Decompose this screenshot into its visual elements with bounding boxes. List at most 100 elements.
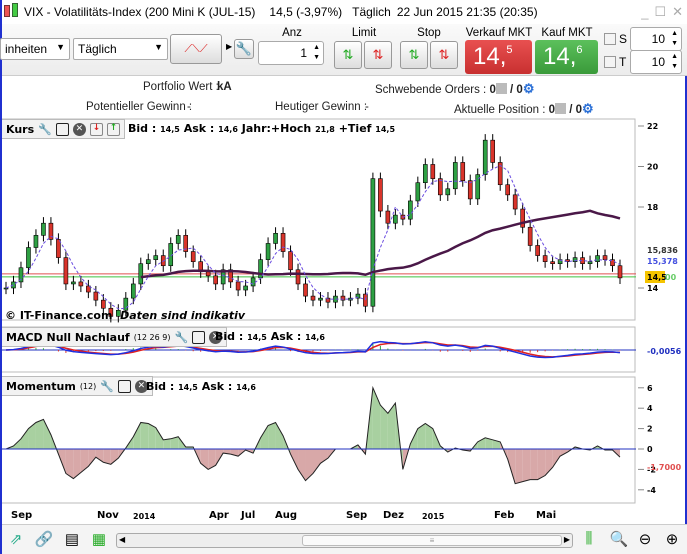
candle [130, 283, 136, 299]
expand-arrow-icon[interactable]: ▶ [226, 42, 232, 51]
t-stepper[interactable]: 10 ▲ ▼ [630, 50, 682, 74]
momentum-area [537, 449, 546, 480]
macd-panel-header: MACD Null Nachlauf (12 26 9) 🔧 ✕ [2, 327, 228, 347]
minimize-button[interactable]: _ [641, 5, 648, 20]
year-low-label: +Tief [338, 122, 372, 135]
buy-label: Kauf MKT [541, 27, 593, 39]
candle [3, 287, 9, 290]
ask-label: Ask : [201, 380, 233, 393]
candle [205, 271, 211, 277]
cancel-orders-icon[interactable] [495, 83, 507, 94]
wrench-icon[interactable]: 🔧 [38, 123, 52, 136]
close-position-icon[interactable] [555, 103, 567, 114]
gear-icon[interactable]: ⚙ [523, 81, 535, 96]
momentum-tick-label: 6 [647, 384, 653, 393]
window-icon[interactable] [55, 122, 69, 136]
stepper-arrows-icon[interactable]: ▲ ▼ [671, 29, 678, 49]
stepper-arrows-icon[interactable]: ▲ ▼ [671, 52, 678, 72]
candle [617, 265, 623, 279]
momentum-area [73, 449, 81, 479]
position-total: / 0 [569, 104, 583, 116]
bid-label: Bid : [128, 122, 157, 135]
settings-button[interactable]: 🔧 [234, 39, 254, 59]
momentum-area [515, 449, 523, 484]
scroll-right-icon[interactable]: ▶ [564, 535, 570, 544]
stop-sell-button[interactable]: ⇅ [430, 41, 458, 69]
s-stepper[interactable]: 10 ▲ ▼ [630, 27, 682, 51]
bid-value: 14,5 [247, 333, 267, 342]
stepper-arrows-icon[interactable]: ▲ ▼ [313, 43, 320, 63]
candle [505, 184, 510, 196]
report-icon[interactable]: ▤ [62, 530, 82, 550]
candle [101, 299, 106, 309]
window-icon[interactable] [192, 330, 206, 344]
ask-value: 14,6 [305, 333, 325, 342]
bricks-icon[interactable]: ▦ [89, 530, 109, 550]
scrollbar-thumb[interactable]: ≡ [302, 535, 562, 546]
close-icon[interactable]: ✕ [72, 122, 86, 136]
chart-indicator-button[interactable]: ⟋⟍⟋ [170, 34, 222, 64]
sell-market-button[interactable]: 14,5 [465, 40, 532, 74]
limit-buy-button[interactable]: ⇅ [334, 41, 362, 69]
candle [587, 261, 593, 265]
s-checkbox[interactable] [604, 33, 616, 45]
link-icon[interactable]: 🔗 [34, 530, 54, 550]
close-button[interactable]: ✕ [672, 4, 683, 20]
candle [63, 257, 69, 285]
candle [78, 281, 84, 287]
stop-label: Stop [417, 27, 441, 39]
zoom-out-icon[interactable]: ⊖ [635, 530, 655, 550]
candle [318, 297, 323, 301]
export-chart-icon[interactable]: ⇗ [6, 530, 26, 550]
stop-buy-button[interactable]: ⇅ [400, 41, 428, 69]
units-select-value: inheiten [5, 42, 48, 56]
x-label: Sep [346, 510, 368, 521]
buy-price: 14, [543, 43, 577, 70]
limit-label: Limit [351, 27, 377, 39]
gear-icon[interactable]: ⚙ [582, 101, 594, 116]
y-tick-label: 18 [647, 203, 659, 212]
momentum-area [43, 419, 51, 449]
year-low-value: 14,5 [375, 125, 396, 134]
momentum-area [260, 425, 269, 449]
maximize-button[interactable]: ☐ [654, 4, 666, 20]
momentum-tick-label: -4 [647, 486, 656, 495]
quantity-stepper[interactable]: 1 ▲ ▼ [258, 41, 324, 65]
zoom-in-icon[interactable]: ⊕ [662, 530, 682, 550]
scroll-left-icon[interactable]: ◀ [119, 535, 125, 544]
zoom-fit-icon[interactable]: 🔍 [609, 530, 629, 550]
arrow-down-icon[interactable]: ↓ [89, 122, 103, 136]
x-label: Feb [494, 510, 515, 521]
current-position: Aktuelle Position : 0 / 0⚙ [454, 101, 594, 117]
candle [408, 200, 413, 220]
pending-label: Schwebende Orders : [375, 84, 487, 96]
bid-label: Bid : [146, 380, 175, 393]
account-info: Portfolio Wert : kA Schwebende Orders : … [2, 76, 687, 118]
period-select[interactable]: Täglich ▼ [73, 38, 168, 60]
momentum-area [28, 422, 36, 449]
macd-quote: Bid : 14,5 Ask : 14,6 [215, 330, 325, 343]
units-select[interactable]: inheiten ▼ [0, 38, 70, 60]
limit-sell-button[interactable]: ⇅ [364, 41, 392, 69]
t-label: T [619, 55, 627, 69]
wrench-icon[interactable]: 🔧 [100, 380, 114, 393]
candle [452, 162, 458, 190]
pending-orders: Schwebende Orders : 0 / 0⚙ [375, 81, 535, 97]
anz-label: Anz [282, 27, 302, 39]
candle [280, 233, 286, 252]
ask-label: Ask : [270, 330, 302, 343]
ma-200-value: 15,836 [647, 246, 678, 255]
arrow-up-icon[interactable]: ↑ [106, 122, 120, 136]
t-checkbox[interactable] [604, 56, 616, 68]
s-label: S [619, 32, 628, 46]
momentum-area [140, 422, 149, 449]
buy-market-button[interactable]: 14,6 [535, 40, 598, 74]
candle [445, 188, 451, 196]
chart-style-icon[interactable]: ⫼ [579, 530, 599, 550]
portfolio-value: kA [217, 81, 232, 93]
momentum-area [387, 403, 396, 449]
x-label: Mai [536, 510, 557, 521]
horizontal-scrollbar[interactable]: ◀ ≡ ▶ [116, 533, 573, 548]
window-icon[interactable] [117, 379, 131, 393]
wrench-icon[interactable]: 🔧 [174, 331, 188, 344]
